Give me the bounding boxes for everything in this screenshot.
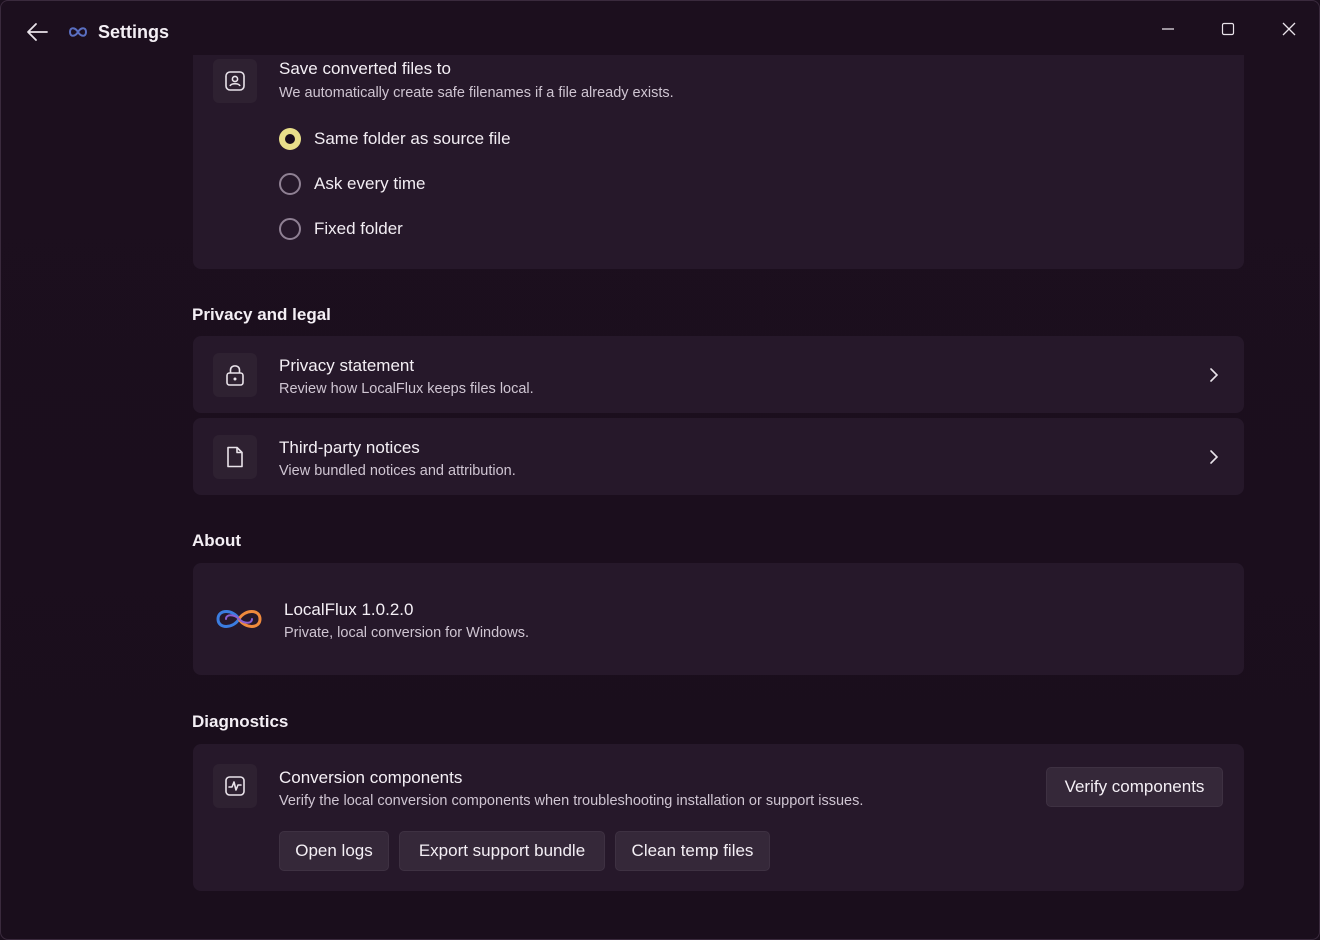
third-party-notices-card[interactable]: Third-party notices View bundled notices… [193,418,1244,495]
export-support-bundle-button[interactable]: Export support bundle [399,831,605,871]
privacy-statement-subtitle: Review how LocalFlux keeps files local. [279,381,534,397]
chevron-right-icon [1204,365,1224,385]
about-heading: About [192,531,242,550]
radio-button[interactable] [279,218,301,240]
third-party-subtitle: View bundled notices and attribution. [279,463,516,479]
diagnostics-icon-box [213,764,257,808]
save-icon-box [213,59,257,103]
app-logo-icon [68,27,88,37]
privacy-heading: Privacy and legal [192,305,331,324]
notices-icon-box [213,435,257,479]
save-subtitle: We automatically create safe filenames i… [279,85,674,101]
lock-icon [226,365,244,386]
close-button[interactable] [1274,15,1304,43]
back-button[interactable] [23,19,51,45]
third-party-title: Third-party notices [279,438,420,457]
minimize-button[interactable] [1153,15,1183,43]
title-bar: Settings [1,1,1319,61]
open-logs-button[interactable]: Open logs [279,831,389,871]
folder-user-icon [225,71,245,91]
radio-button[interactable] [279,173,301,195]
localflux-logo-icon [216,610,262,628]
radio-label: Fixed folder [314,219,403,238]
diagnostics-title: Conversion components [279,768,463,787]
chevron-right-icon [1204,447,1224,467]
privacy-statement-card[interactable]: Privacy statement Review how LocalFlux k… [193,336,1244,413]
about-card: LocalFlux 1.0.2.0 Private, local convers… [193,563,1244,675]
settings-window: Settings Save converted files to We auto… [0,0,1320,940]
diagnostics-subtitle: Verify the local conversion components w… [279,793,864,809]
radio-label: Same folder as source file [314,129,511,148]
window-title: Settings [98,22,170,42]
document-icon [227,446,243,468]
arrow-left-icon [27,23,48,41]
privacy-statement-title: Privacy statement [279,356,415,375]
privacy-icon-box [213,353,257,397]
save-title: Save converted files to [279,59,451,78]
clean-temp-files-button[interactable]: Clean temp files [615,831,770,871]
radio-ask-every-time[interactable]: Ask every time [279,170,425,198]
app-tagline: Private, local conversion for Windows. [284,625,529,641]
close-icon [1282,22,1296,36]
diagnostics-heading: Diagnostics [192,712,289,731]
maximize-button[interactable] [1213,15,1243,43]
minimize-icon [1162,28,1174,30]
radio-same-folder[interactable]: Same folder as source file [279,125,511,153]
maximize-icon [1221,22,1235,36]
app-version: LocalFlux 1.0.2.0 [284,600,414,619]
verify-components-button[interactable]: Verify components [1046,767,1223,807]
radio-label: Ask every time [314,174,426,193]
radio-fixed-folder[interactable]: Fixed folder [279,215,403,243]
activity-icon [225,776,245,796]
radio-button-checked[interactable] [279,128,301,150]
